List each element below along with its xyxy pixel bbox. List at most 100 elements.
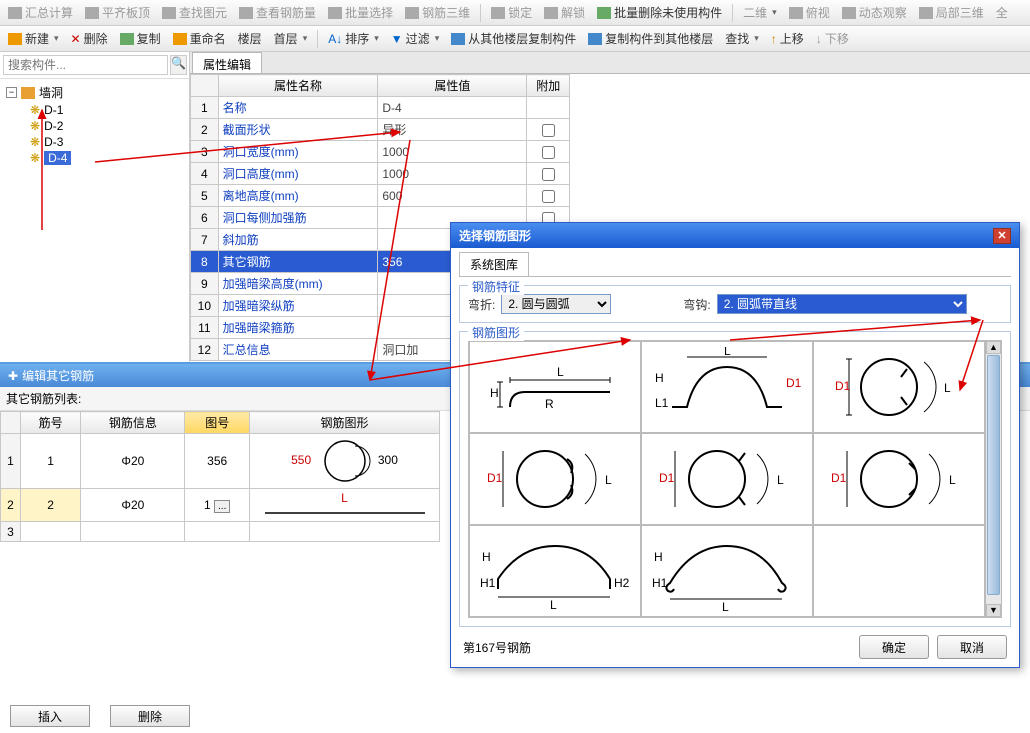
unlock-icon	[544, 7, 558, 19]
attr-value[interactable]: 1000	[378, 141, 527, 163]
rebar-row[interactable]: 2 2 Φ20 1 ... L	[1, 489, 440, 522]
btn-down[interactable]: ↓下移	[812, 28, 853, 49]
bottom-buttons: 插入 删除	[10, 705, 190, 727]
scroll-thumb[interactable]	[987, 355, 1000, 595]
tree-item-selected[interactable]: ❋D-4	[24, 150, 183, 166]
property-row[interactable]: 2截面形状异形	[191, 119, 570, 141]
attr-name: 离地高度(mm)	[218, 185, 378, 207]
shape-icon: L D1	[657, 439, 797, 519]
import-icon	[451, 33, 465, 45]
scroll-down-icon[interactable]: ▼	[986, 604, 1001, 617]
shape-option[interactable]: HH1 L	[641, 525, 813, 617]
ellipsis-button[interactable]: ...	[214, 500, 230, 513]
copy-icon	[120, 33, 134, 45]
btn-up[interactable]: ↑上移	[767, 28, 808, 49]
tab-system-lib[interactable]: 系统图库	[459, 252, 529, 276]
attach-cell[interactable]	[527, 163, 570, 185]
attr-value[interactable]: 异形	[378, 119, 527, 141]
btn-del[interactable]: ✕删除	[67, 28, 112, 49]
btn-copy[interactable]: 复制	[116, 28, 165, 49]
bend-select[interactable]: 2. 圆与圆弧	[501, 294, 611, 314]
property-row[interactable]: 4洞口高度(mm)1000	[191, 163, 570, 185]
shape-option[interactable]: L D1	[641, 433, 813, 525]
btn-calc[interactable]: 汇总计算	[4, 2, 77, 23]
attach-checkbox[interactable]	[542, 124, 555, 137]
folder-icon	[21, 87, 35, 99]
rebar-row[interactable]: 1 1 Φ20 356 550 300	[1, 434, 440, 489]
floor-label: 楼层	[234, 28, 266, 49]
delete-button[interactable]: 删除	[110, 705, 190, 727]
attr-value[interactable]: 600	[378, 185, 527, 207]
cancel-button[interactable]: 取消	[937, 635, 1007, 659]
btn-new[interactable]: 新建	[4, 28, 63, 49]
attach-checkbox[interactable]	[542, 168, 555, 181]
btn-find[interactable]: 查找	[721, 28, 763, 49]
btn-all[interactable]: 全	[992, 2, 1012, 23]
property-row[interactable]: 5离地高度(mm)600	[191, 185, 570, 207]
hook-select[interactable]: 2. 圆弧带直线	[717, 294, 967, 314]
btn-local-3d[interactable]: 局部三维	[915, 2, 988, 23]
cube-icon	[405, 7, 419, 19]
collapse-icon[interactable]: −	[6, 87, 17, 98]
btn-view-rebar[interactable]: 查看钢筋量	[235, 2, 320, 23]
attach-checkbox[interactable]	[542, 190, 555, 203]
insert-button[interactable]: 插入	[10, 705, 90, 727]
search-input[interactable]	[3, 55, 168, 75]
attach-cell[interactable]	[527, 119, 570, 141]
separator	[480, 4, 481, 22]
attach-cell[interactable]	[527, 185, 570, 207]
shape-no-edit[interactable]: 1 ...	[185, 489, 250, 522]
shape-option[interactable]: H R L	[469, 341, 641, 433]
attach-checkbox[interactable]	[542, 146, 555, 159]
close-button[interactable]: ✕	[993, 228, 1011, 244]
btn-batch-sel[interactable]: 批量选择	[324, 2, 397, 23]
col-rn	[1, 412, 21, 434]
btn-copy-to[interactable]: 复制构件到其他楼层	[584, 28, 717, 49]
shape-option[interactable]: L D1	[813, 341, 985, 433]
btn-dyn-obs[interactable]: 动态观察	[838, 2, 911, 23]
shape-option[interactable]: HL1 L D1	[641, 341, 813, 433]
status-text: 第167号钢筋	[463, 639, 531, 656]
attr-name: 加强暗梁箍筋	[218, 317, 378, 339]
property-row[interactable]: 3洞口宽度(mm)1000	[191, 141, 570, 163]
attach-cell[interactable]	[527, 97, 570, 119]
btn-copy-from[interactable]: 从其他楼层复制构件	[447, 28, 580, 49]
attr-name: 洞口高度(mm)	[218, 163, 378, 185]
btn-lock[interactable]: 锁定	[487, 2, 536, 23]
floor-dropdown[interactable]: 首层	[270, 28, 312, 49]
tree-item[interactable]: ❋D-3	[24, 134, 183, 150]
shape-scrollbar[interactable]: ▲ ▼	[986, 340, 1002, 618]
attr-value[interactable]: 1000	[378, 163, 527, 185]
btn-flat[interactable]: 平齐板顶	[81, 2, 154, 23]
attr-name: 斜加筋	[218, 229, 378, 251]
btn-batch-del[interactable]: 批量删除未使用构件	[593, 2, 726, 23]
scroll-up-icon[interactable]: ▲	[986, 341, 1001, 354]
btn-filter[interactable]: ▼过滤	[387, 28, 443, 49]
export-icon	[588, 33, 602, 45]
ok-button[interactable]: 确定	[859, 635, 929, 659]
btn-overlook[interactable]: 俯视	[785, 2, 834, 23]
property-row[interactable]: 1名称D-4	[191, 97, 570, 119]
attach-cell[interactable]	[527, 141, 570, 163]
tree-root[interactable]: − 墙洞	[6, 83, 183, 102]
btn-rename[interactable]: 重命名	[169, 28, 230, 49]
shape-option[interactable]: L D1	[469, 433, 641, 525]
btn-rebar-3d[interactable]: 钢筋三维	[401, 2, 474, 23]
shape-icon: L D1	[485, 439, 625, 519]
svg-text:D1: D1	[487, 471, 503, 485]
search-button[interactable]: 🔍	[170, 55, 187, 75]
tree-item[interactable]: ❋D-1	[24, 102, 183, 118]
tree-item[interactable]: ❋D-2	[24, 118, 183, 134]
btn-sort[interactable]: A↓排序	[324, 28, 383, 49]
rebar-row-empty[interactable]: 3	[1, 522, 440, 542]
svg-text:L: L	[722, 600, 729, 611]
attr-value[interactable]: D-4	[378, 97, 527, 119]
shape-option[interactable]: HH1 L H2	[469, 525, 641, 617]
dim-dropdown[interactable]: 二维	[739, 2, 781, 23]
dialog-titlebar[interactable]: 选择钢筋图形 ✕	[451, 223, 1019, 248]
tab-properties[interactable]: 属性编辑	[192, 52, 262, 73]
btn-find-elem[interactable]: 查找图元	[158, 2, 231, 23]
shape-option[interactable]: L D1	[813, 433, 985, 525]
shape-grid: H R L HL1 L D1	[468, 340, 986, 618]
btn-unlock[interactable]: 解锁	[540, 2, 589, 23]
